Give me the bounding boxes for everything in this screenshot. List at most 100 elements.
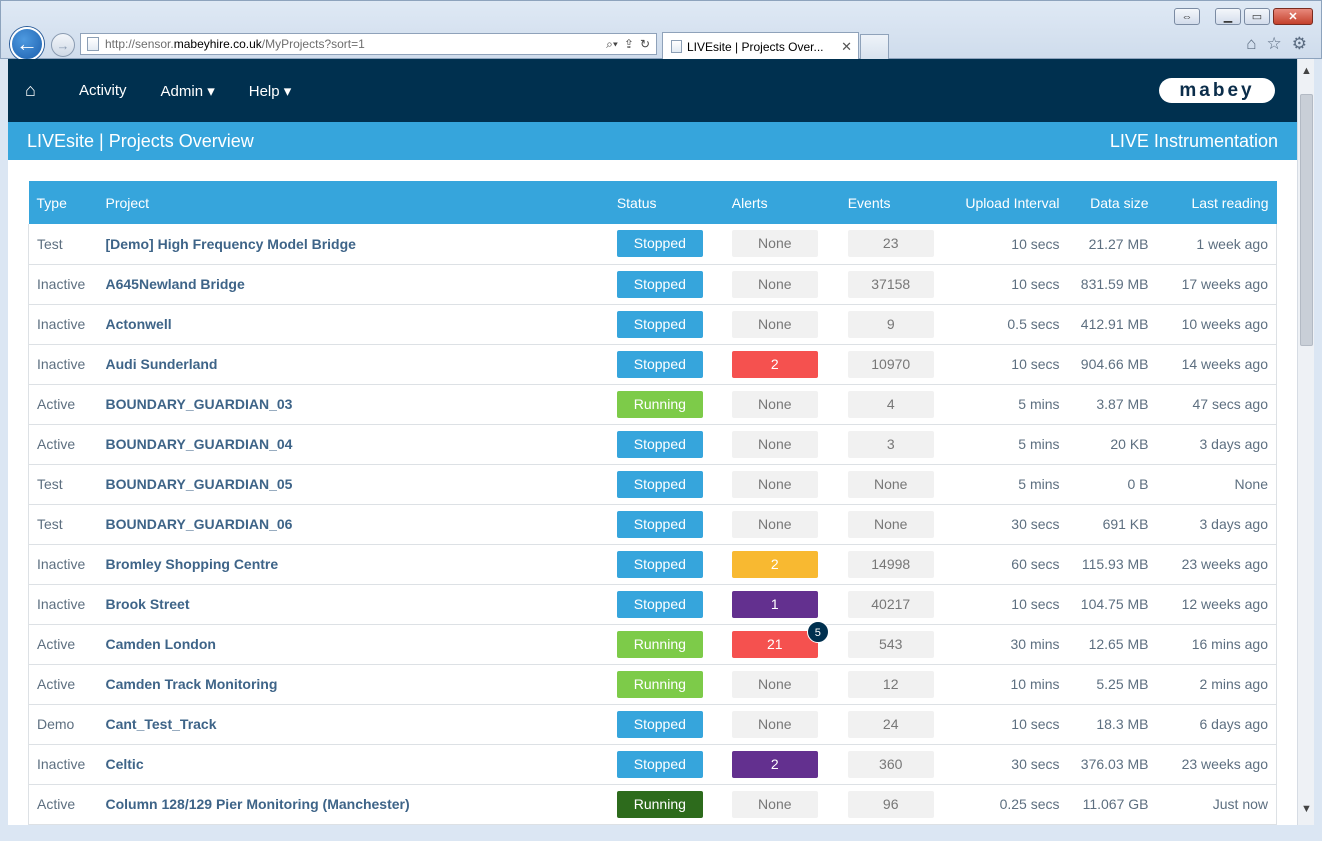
- status-badge[interactable]: Stopped: [616, 510, 703, 538]
- events-count[interactable]: 543: [847, 630, 934, 658]
- scrollbar-thumb[interactable]: [1300, 94, 1313, 346]
- project-name-link[interactable]: BOUNDARY_GUARDIAN_05: [97, 464, 608, 504]
- table-row[interactable]: Test BOUNDARY_GUARDIAN_05 Stopped None None 5…: [28, 464, 1277, 504]
- events-count[interactable]: 40217: [847, 590, 934, 618]
- alerts-badge[interactable]: 2: [731, 550, 818, 578]
- new-tab-button[interactable]: [860, 34, 889, 59]
- events-count[interactable]: 3: [847, 430, 934, 458]
- alerts-badge[interactable]: None: [731, 670, 818, 698]
- table-row[interactable]: Demo Cant_Test_Track Stopped None 24 10 secs 1…: [28, 704, 1277, 744]
- forward-button[interactable]: →: [51, 33, 75, 57]
- gear-icon[interactable]: ⚙: [1292, 34, 1307, 54]
- alerts-badge[interactable]: None: [731, 270, 818, 298]
- alerts-badge[interactable]: None: [731, 310, 818, 338]
- home-icon[interactable]: ⌂: [1246, 34, 1256, 54]
- column-header-last-reading[interactable]: Last reading: [1157, 181, 1277, 224]
- alerts-badge[interactable]: None: [731, 710, 818, 738]
- status-badge[interactable]: Stopped: [616, 710, 703, 738]
- close-tab-icon[interactable]: ✕: [841, 39, 852, 55]
- column-header-events[interactable]: Events: [840, 181, 955, 224]
- events-count[interactable]: 10970: [847, 350, 934, 378]
- project-name-link[interactable]: Column 128/129 Pier Monitoring (Manchest…: [97, 784, 608, 824]
- alerts-badge[interactable]: None: [731, 790, 818, 818]
- events-count[interactable]: 12: [847, 670, 934, 698]
- table-row[interactable]: Inactive Celtic Stopped 2 360 30 secs 376.03 M…: [28, 744, 1277, 784]
- status-badge[interactable]: Stopped: [616, 470, 703, 498]
- alerts-badge[interactable]: None: [731, 230, 818, 258]
- column-header-type[interactable]: Type: [29, 181, 98, 224]
- table-row[interactable]: Inactive Bromley Shopping Centre Stopped 2 1…: [28, 544, 1277, 584]
- table-row[interactable]: Active BOUNDARY_GUARDIAN_04 Stopped None 3 5 …: [28, 424, 1277, 464]
- table-row[interactable]: Active Camden London Running 21 5 543 30 mins 1…: [28, 620, 1277, 664]
- alerts-badge[interactable]: None: [731, 390, 818, 418]
- project-name-link[interactable]: BOUNDARY_GUARDIAN_04: [97, 424, 608, 464]
- status-badge[interactable]: Running: [616, 390, 703, 418]
- search-icon[interactable]: ⌕▾: [606, 37, 618, 52]
- status-badge[interactable]: Stopped: [616, 310, 703, 338]
- home-icon[interactable]: ⌂: [25, 80, 45, 101]
- nav-item-activity[interactable]: Activity: [79, 82, 127, 99]
- events-count[interactable]: None: [847, 470, 934, 498]
- status-badge[interactable]: Running: [616, 790, 703, 818]
- project-name-link[interactable]: A645Newland Bridge: [97, 264, 608, 304]
- table-row[interactable]: Test [Demo] High Frequency Model Bridge St…: [28, 224, 1277, 264]
- project-name-link[interactable]: [Demo] High Frequency Model Bridge: [97, 224, 608, 264]
- alerts-badge[interactable]: 2: [731, 750, 818, 778]
- events-count[interactable]: 4: [847, 390, 934, 418]
- events-count[interactable]: 360: [847, 750, 934, 778]
- events-count[interactable]: 9: [847, 310, 934, 338]
- column-header-upload-interval[interactable]: Upload Interval: [955, 181, 1068, 224]
- unread-alerts-badge[interactable]: 5: [806, 620, 829, 643]
- back-button[interactable]: ←: [10, 27, 44, 61]
- column-header-project[interactable]: Project: [97, 181, 608, 224]
- alerts-badge[interactable]: None: [731, 430, 818, 458]
- events-count[interactable]: 37158: [847, 270, 934, 298]
- project-name-link[interactable]: Bromley Shopping Centre: [97, 544, 608, 584]
- table-row[interactable]: Active BOUNDARY_GUARDIAN_03 Running None 4 5 …: [28, 384, 1277, 424]
- project-name-link[interactable]: Brook Street: [97, 584, 608, 624]
- status-badge[interactable]: Running: [616, 670, 703, 698]
- vertical-scrollbar[interactable]: ▲ ▼: [1297, 59, 1314, 825]
- scroll-down-icon[interactable]: ▼: [1301, 803, 1312, 815]
- events-count[interactable]: 23: [847, 230, 934, 258]
- project-name-link[interactable]: Camden London: [97, 624, 608, 664]
- status-badge[interactable]: Running: [616, 630, 703, 658]
- status-badge[interactable]: Stopped: [616, 270, 703, 298]
- project-name-link[interactable]: BOUNDARY_GUARDIAN_06: [97, 504, 608, 544]
- status-badge[interactable]: Stopped: [616, 230, 703, 258]
- table-row[interactable]: Inactive Actonwell Stopped None 9 0.5 secs 412…: [28, 304, 1277, 344]
- address-bar[interactable]: http://sensor. mabeyhire.co.uk/MyProjects…: [80, 33, 657, 55]
- table-row[interactable]: Inactive A645Newland Bridge Stopped None 371…: [28, 264, 1277, 304]
- alerts-badge[interactable]: None: [731, 510, 818, 538]
- status-badge[interactable]: Stopped: [616, 550, 703, 578]
- nav-item-help[interactable]: Help ▾: [249, 82, 292, 100]
- status-badge[interactable]: Stopped: [616, 430, 703, 458]
- events-count[interactable]: 96: [847, 790, 934, 818]
- column-header-status[interactable]: Status: [609, 181, 724, 224]
- events-count[interactable]: 14998: [847, 550, 934, 578]
- table-row[interactable]: Inactive Audi Sunderland Stopped 2 10970 10 s…: [28, 344, 1277, 384]
- alerts-badge[interactable]: None: [731, 470, 818, 498]
- status-badge[interactable]: Stopped: [616, 750, 703, 778]
- project-name-link[interactable]: Actonwell: [97, 304, 608, 344]
- events-count[interactable]: None: [847, 510, 934, 538]
- project-name-link[interactable]: Audi Sunderland: [97, 344, 608, 384]
- maximize-button[interactable]: ▭: [1244, 8, 1270, 25]
- status-badge[interactable]: Stopped: [616, 350, 703, 378]
- snap-icon[interactable]: ⇔: [1174, 8, 1200, 25]
- table-row[interactable]: Active Column 128/129 Pier Monitoring (Ma…: [28, 784, 1277, 824]
- tab-projects-overview[interactable]: LIVEsite | Projects Over... ✕: [662, 32, 859, 60]
- minimize-button[interactable]: ▁: [1215, 8, 1241, 25]
- refresh-icon[interactable]: ↻: [640, 37, 650, 52]
- column-header-alerts[interactable]: Alerts: [724, 181, 840, 224]
- project-name-link[interactable]: Cant_Test_Track: [97, 704, 608, 744]
- alerts-badge[interactable]: 1: [731, 590, 818, 618]
- mabey-logo[interactable]: mabey: [1159, 78, 1275, 103]
- column-header-data-size[interactable]: Data size: [1068, 181, 1157, 224]
- scroll-up-icon[interactable]: ▲: [1301, 65, 1312, 77]
- status-badge[interactable]: Stopped: [616, 590, 703, 618]
- project-name-link[interactable]: Camden Track Monitoring: [97, 664, 608, 704]
- events-count[interactable]: 24: [847, 710, 934, 738]
- project-name-link[interactable]: BOUNDARY_GUARDIAN_03: [97, 384, 608, 424]
- project-name-link[interactable]: Celtic: [97, 744, 608, 784]
